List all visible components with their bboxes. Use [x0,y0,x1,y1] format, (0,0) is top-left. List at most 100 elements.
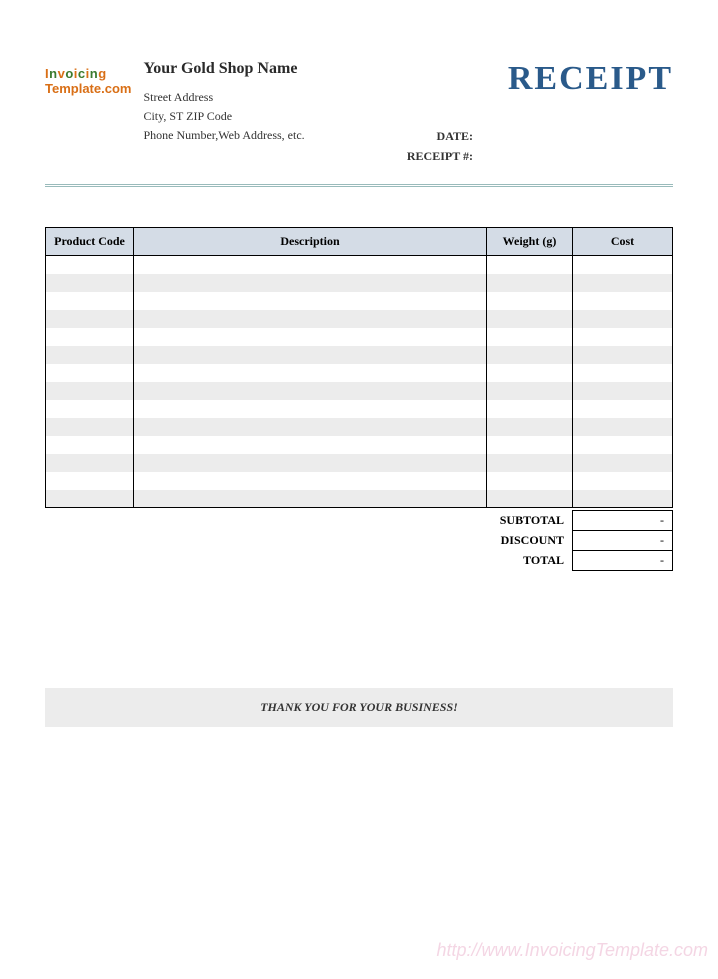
thank-you-message: THANK YOU FOR YOUR BUSINESS! [45,688,673,727]
table-row [46,382,673,400]
cell-desc [134,400,487,418]
cell-cost [573,490,673,508]
cell-code [46,274,134,292]
cell-code [46,364,134,382]
total-label: TOTAL [487,551,573,571]
shop-address: Street Address City, ST ZIP Code Phone N… [143,88,304,146]
cell-weight [487,490,573,508]
subtotal-value: - [573,511,673,531]
cell-desc [134,346,487,364]
header-left: Invoicing Template.com Your Gold Shop Na… [45,60,305,146]
cell-desc [134,292,487,310]
cell-code [46,436,134,454]
cell-cost [573,436,673,454]
receipt-title: RECEIPT [508,60,673,98]
cell-desc [134,256,487,274]
discount-value: - [573,531,673,551]
cell-weight [487,310,573,328]
watermark: http://www.InvoicingTemplate.com [437,940,708,961]
cell-code [46,418,134,436]
cell-code [46,454,134,472]
cell-cost [573,274,673,292]
table-row [46,472,673,490]
cell-code [46,310,134,328]
cell-weight [487,472,573,490]
cell-weight [487,346,573,364]
cell-weight [487,400,573,418]
total-value: - [573,551,673,571]
cell-desc [134,274,487,292]
divider [45,184,673,187]
receipt-no-label: RECEIPT #: [407,146,473,166]
logo-line1: Invoicing [45,66,131,81]
contact-line: Phone Number,Web Address, etc. [143,126,304,145]
cell-cost [573,472,673,490]
table-row [46,310,673,328]
city-state-zip: City, ST ZIP Code [143,107,304,126]
table-row [46,418,673,436]
street-address: Street Address [143,88,304,107]
table-row [46,274,673,292]
cell-code [46,400,134,418]
table-row [46,328,673,346]
th-product-code: Product Code [46,228,134,256]
cell-code [46,292,134,310]
cell-desc [134,328,487,346]
table-row [46,364,673,382]
table-row [46,454,673,472]
cell-cost [573,292,673,310]
cell-desc [134,436,487,454]
cell-cost [573,256,673,274]
cell-code [46,382,134,400]
table-header-row: Product Code Description Weight (g) Cost [46,228,673,256]
table-row [46,436,673,454]
cell-desc [134,382,487,400]
cell-cost [573,382,673,400]
cell-code [46,328,134,346]
cell-desc [134,454,487,472]
cell-code [46,472,134,490]
table-row [46,490,673,508]
cell-desc [134,364,487,382]
items-table: Product Code Description Weight (g) Cost [45,227,673,508]
cell-weight [487,364,573,382]
cell-cost [573,418,673,436]
table-row [46,292,673,310]
cell-weight [487,382,573,400]
cell-cost [573,328,673,346]
th-description: Description [134,228,487,256]
shop-info: Your Gold Shop Name Street Address City,… [143,60,304,146]
cell-cost [573,364,673,382]
cell-weight [487,292,573,310]
th-cost: Cost [573,228,673,256]
cell-cost [573,400,673,418]
th-weight: Weight (g) [487,228,573,256]
cell-weight [487,274,573,292]
cell-desc [134,472,487,490]
logo-line2: Template.com [45,81,131,96]
cell-cost [573,454,673,472]
logo: Invoicing Template.com [45,66,131,96]
totals-table: SUBTOTAL - DISCOUNT - TOTAL - [487,510,674,571]
cell-weight [487,454,573,472]
cell-cost [573,310,673,328]
meta-labels: DATE: RECEIPT #: [407,126,473,167]
table-row [46,400,673,418]
subtotal-row: SUBTOTAL - [487,511,673,531]
cell-desc [134,490,487,508]
cell-weight [487,256,573,274]
cell-weight [487,328,573,346]
cell-code [46,490,134,508]
cell-weight [487,418,573,436]
cell-code [46,346,134,364]
discount-row: DISCOUNT - [487,531,673,551]
cell-desc [134,310,487,328]
cell-cost [573,346,673,364]
cell-desc [134,418,487,436]
total-row: TOTAL - [487,551,673,571]
subtotal-label: SUBTOTAL [487,511,573,531]
cell-code [46,256,134,274]
shop-name: Your Gold Shop Name [143,60,304,78]
table-row [46,256,673,274]
discount-label: DISCOUNT [487,531,573,551]
